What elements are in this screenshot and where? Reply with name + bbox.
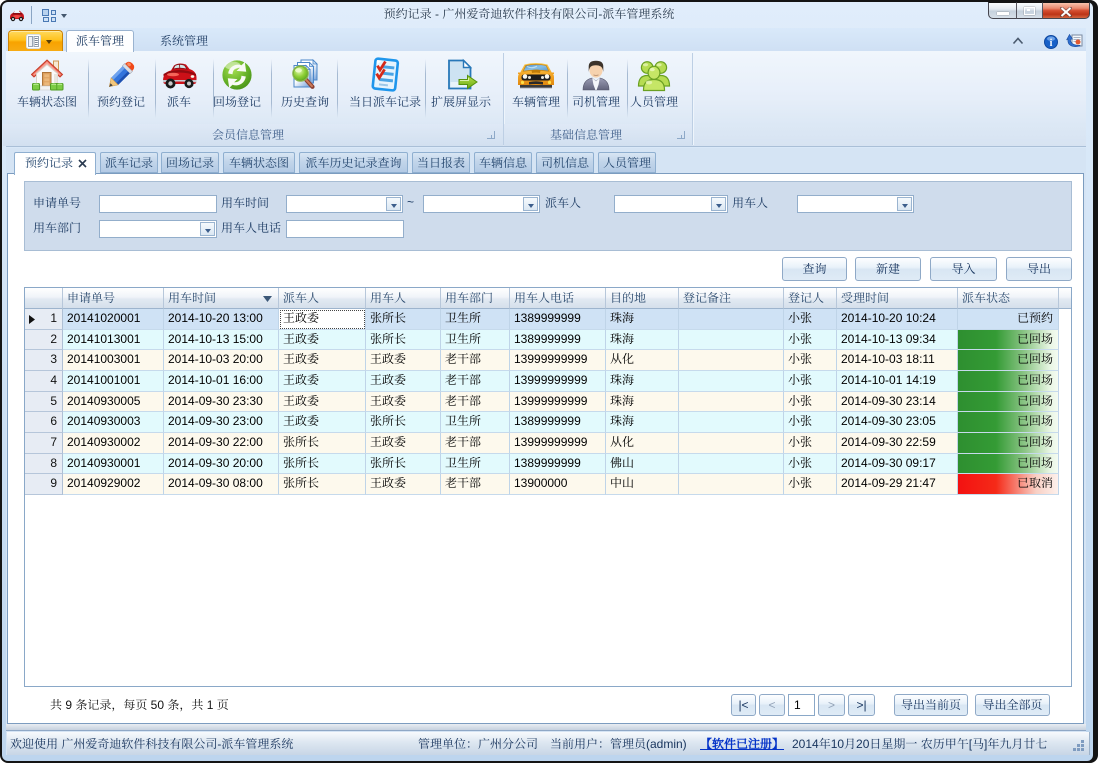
svg-text:i: i	[1050, 38, 1053, 49]
